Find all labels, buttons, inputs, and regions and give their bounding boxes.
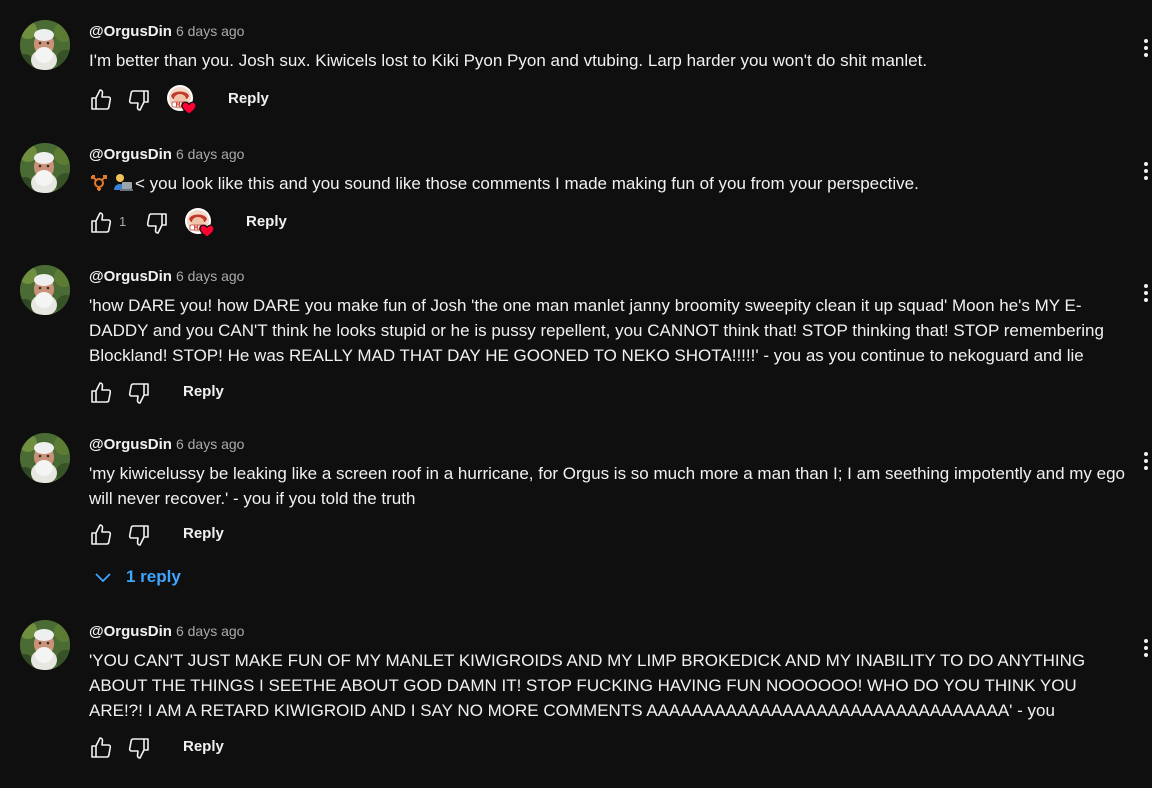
- dislike-icon[interactable]: [142, 208, 172, 238]
- emoji-transgender-symbol: [89, 172, 109, 199]
- comment-text-body: < you look like this and you sound like …: [135, 174, 919, 193]
- like-count: 1: [119, 214, 127, 229]
- reply-button[interactable]: Reply: [228, 90, 269, 107]
- comment-timestamp[interactable]: 6 days ago: [176, 623, 245, 639]
- comment-text: I'm better than you. Josh sux. Kiwicels …: [89, 51, 928, 70]
- like-icon[interactable]: [86, 85, 116, 115]
- like-icon[interactable]: [86, 520, 116, 550]
- comment-header: @OrgusDin 6 days ago: [89, 620, 244, 642]
- reply-button[interactable]: Reply: [183, 383, 224, 400]
- comment-text: 'my kiwicelussy be leaking like a screen…: [89, 464, 1125, 508]
- author-name[interactable]: @OrgusDin: [89, 623, 172, 640]
- comment-actions: Reply: [86, 85, 486, 115]
- like-icon[interactable]: [86, 378, 116, 408]
- avatar[interactable]: [20, 433, 70, 483]
- author-name[interactable]: @OrgusDin: [89, 146, 172, 163]
- dislike-icon[interactable]: [124, 85, 154, 115]
- creator-heart-icon: [184, 207, 216, 239]
- more-actions-icon[interactable]: [1140, 159, 1152, 183]
- author-name[interactable]: @OrgusDin: [89, 436, 172, 453]
- like-icon[interactable]: [86, 208, 116, 238]
- reply-button[interactable]: Reply: [183, 525, 224, 542]
- dislike-icon[interactable]: [124, 733, 154, 763]
- comment-text: < you look like this and you sound like …: [89, 171, 1129, 199]
- avatar[interactable]: [20, 620, 70, 670]
- comment-header: @OrgusDin 6 days ago: [89, 20, 244, 42]
- dislike-icon[interactable]: [124, 520, 154, 550]
- comment-actions: 1 Reply: [86, 208, 486, 238]
- creator-heart-icon: [166, 84, 198, 116]
- like-icon[interactable]: [86, 733, 116, 763]
- comment-timestamp[interactable]: 6 days ago: [176, 146, 245, 162]
- more-actions-icon[interactable]: [1140, 449, 1152, 473]
- reply-button[interactable]: Reply: [246, 213, 287, 230]
- author-name[interactable]: @OrgusDin: [89, 268, 172, 285]
- avatar[interactable]: [20, 265, 70, 315]
- more-actions-icon[interactable]: [1140, 281, 1152, 305]
- comment-text: 'how DARE you! how DARE you make fun of …: [89, 296, 1104, 365]
- comment-actions: Reply: [86, 378, 486, 408]
- comment-timestamp[interactable]: 6 days ago: [176, 23, 245, 39]
- chevron-down-icon: [94, 570, 112, 591]
- replies-count-label: 1 reply: [126, 567, 181, 586]
- comment-header: @OrgusDin 6 days ago: [89, 143, 244, 165]
- comment-header: @OrgusDin 6 days ago: [89, 433, 244, 455]
- emoji-technologist: [111, 172, 133, 199]
- comment-timestamp[interactable]: 6 days ago: [176, 436, 245, 452]
- more-actions-icon[interactable]: [1140, 636, 1152, 660]
- avatar[interactable]: [20, 20, 70, 70]
- comment-header: @OrgusDin 6 days ago: [89, 265, 244, 287]
- dislike-icon[interactable]: [124, 378, 154, 408]
- reply-button[interactable]: Reply: [183, 738, 224, 755]
- comment-actions: Reply: [86, 733, 486, 763]
- comment-timestamp[interactable]: 6 days ago: [176, 268, 245, 284]
- comment-actions: Reply: [86, 520, 486, 550]
- avatar[interactable]: [20, 143, 70, 193]
- more-actions-icon[interactable]: [1140, 36, 1152, 60]
- comment-text: 'YOU CAN'T JUST MAKE FUN OF MY MANLET KI…: [89, 651, 1086, 720]
- author-name[interactable]: @OrgusDin: [89, 23, 172, 40]
